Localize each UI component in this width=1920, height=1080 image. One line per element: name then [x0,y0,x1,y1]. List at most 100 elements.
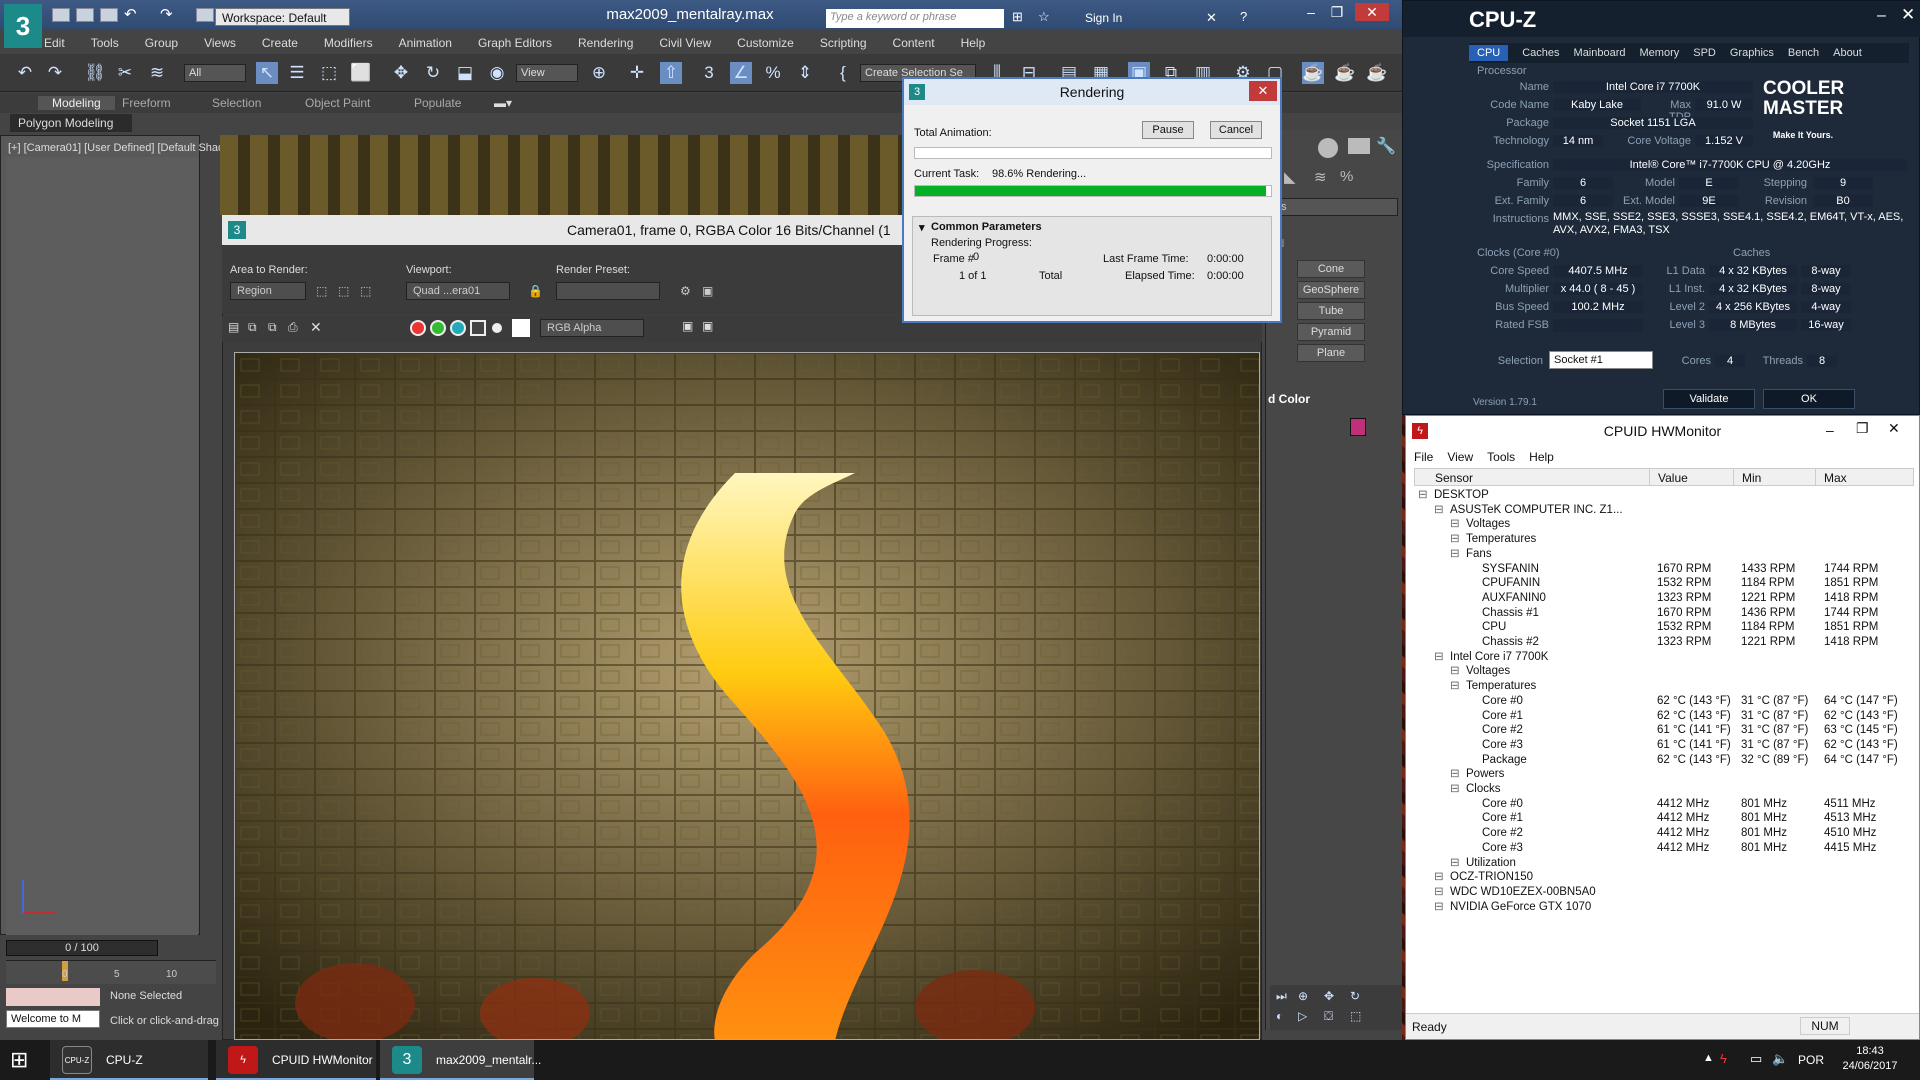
menu-group[interactable]: Group [145,36,178,50]
spinner-snap-icon[interactable]: ⇕ [794,62,816,84]
col-max[interactable]: Max [1815,469,1847,485]
pyramid-button[interactable]: Pyramid [1297,323,1365,341]
walk-icon[interactable]: ⛋ [1324,1009,1333,1024]
snaps-toggle-icon[interactable]: 3 [698,62,720,84]
menu-view[interactable]: View [1447,450,1473,464]
pause-button[interactable]: Pause [1142,121,1194,139]
cone-button[interactable]: Cone [1297,260,1365,278]
background-color-swatch[interactable] [512,319,530,337]
render-preset-dropdown[interactable] [556,282,660,300]
binoculars-icon[interactable]: ⊞ [1012,9,1023,25]
exchange-icon[interactable]: ✕ [1206,10,1217,26]
menu-help[interactable]: Help [1529,450,1554,464]
monochrome-toggle[interactable] [492,323,502,333]
region-select-icon[interactable]: ⬚ [360,284,371,298]
name-and-color-section[interactable]: d Color [1268,392,1310,406]
ribbon-polygon-modeling[interactable]: Polygon Modeling [10,114,132,132]
clock[interactable]: 18:43 24/06/2017 [1830,1044,1910,1074]
maxscript-listener-mini[interactable] [6,988,100,1006]
taskbar-app-hwmonitor[interactable]: ϟ CPUID HWMonitor [216,1040,376,1080]
clear-icon[interactable]: ✕ [310,319,322,336]
minimize-button[interactable]: – [1877,7,1886,25]
network-icon[interactable]: ▭ [1750,1051,1762,1067]
tab-spd[interactable]: SPD [1693,47,1716,59]
menu-customize[interactable]: Customize [737,36,794,50]
sign-in-button[interactable]: Sign In [1085,11,1122,25]
menu-help[interactable]: Help [961,36,986,50]
toggle-ui-overlay-icon[interactable]: ▣ [682,319,693,333]
close-button[interactable]: ✕ [1888,420,1900,437]
close-button[interactable]: ✕ [1249,81,1277,101]
display-icon[interactable] [1348,138,1370,154]
geometry-icon[interactable]: ◣ [1284,168,1296,186]
tab-mainboard[interactable]: Mainboard [1574,47,1626,59]
plane-button[interactable]: Plane [1297,344,1365,362]
viewport-dropdown[interactable]: Quad ...era01 [406,282,510,300]
tray-chevron-icon[interactable]: ▲ [1703,1052,1714,1064]
menu-tools[interactable]: Tools [91,36,119,50]
track-bar[interactable]: 0 5 10 [6,960,216,984]
ribbon-tab-modeling[interactable]: Modeling [38,96,115,110]
menu-animation[interactable]: Animation [399,36,452,50]
select-by-name-icon[interactable]: ☰ [286,62,308,84]
object-color-swatch[interactable] [1350,418,1366,436]
alpha-channel-toggle[interactable] [470,320,486,336]
tree-toggle-icon[interactable]: ⊟ [1434,898,1444,916]
save-image-icon[interactable]: ▤ [228,320,239,334]
display-channel-dropdown[interactable]: RGB Alpha [540,319,644,337]
new-icon[interactable] [52,8,70,22]
language-indicator[interactable]: POR [1798,1053,1824,1067]
place-icon[interactable]: ◉ [486,62,508,84]
project-icon[interactable] [196,8,214,22]
shapes-icon[interactable]: ≋ [1314,168,1327,186]
keyword-search-input[interactable]: Type a keyword or phrase [826,9,1004,28]
percent-snap-icon[interactable]: % [762,62,784,84]
menu-graph-editors[interactable]: Graph Editors [478,36,552,50]
window-crossing-icon[interactable]: ⬜ [350,62,372,84]
ribbon-tab-object-paint[interactable]: Object Paint [305,96,370,110]
clone-window-icon[interactable]: ⧉ [268,320,277,335]
ribbon-options-icon[interactable]: ▬▾ [494,96,512,110]
max-app-logo[interactable]: 3 [4,4,42,48]
socket-select[interactable]: Socket #1 [1549,351,1653,369]
tab-caches[interactable]: Caches [1522,47,1559,59]
sensor-row[interactable]: ⊟ NVIDIA GeForce GTX 1070 [1414,898,1914,916]
render-activeshade-icon[interactable]: ☕ [1366,62,1388,84]
named-selection-icon[interactable]: { [832,62,854,84]
maxscript-input[interactable]: Welcome to M [6,1010,100,1028]
validate-button[interactable]: Validate [1663,389,1755,409]
common-parameters-title[interactable]: Common Parameters [931,221,1042,233]
field-of-view-icon[interactable]: ◐ [1276,1009,1283,1023]
next-frame-icon[interactable]: ⏭ [1276,989,1287,1004]
maximize-viewport-icon[interactable]: ⬚ [1350,1009,1361,1023]
lights-icon[interactable]: % [1340,168,1353,185]
tab-graphics[interactable]: Graphics [1730,47,1774,59]
open-icon[interactable] [76,8,94,22]
pan-icon[interactable]: ✥ [1324,989,1334,1003]
play-icon[interactable]: ▷ [1298,1009,1307,1023]
wrench-icon[interactable]: 🔧 [1376,136,1396,156]
tab-about[interactable]: About [1833,47,1862,59]
move-icon[interactable]: ✥ [390,62,412,84]
save-icon[interactable] [100,8,118,22]
ribbon-tab-freeform[interactable]: Freeform [122,96,171,110]
rect-selection-icon[interactable]: ⬚ [318,62,340,84]
angle-snap-icon[interactable]: ∠ [730,62,752,84]
viewport-canvas[interactable] [6,157,198,935]
menu-modifiers[interactable]: Modifiers [324,36,373,50]
blue-channel-toggle[interactable] [450,320,466,336]
object-category-dropdown[interactable]: es [1270,198,1398,216]
render-production-icon[interactable]: ☕ [1302,62,1324,84]
minimize-button[interactable]: – [1826,422,1834,438]
print-icon[interactable]: ⎙ [288,320,298,335]
menu-civil-view[interactable]: Civil View [659,36,711,50]
menu-file[interactable]: File [1414,450,1433,464]
scale-icon[interactable]: ⬓ [454,62,476,84]
menu-rendering[interactable]: Rendering [578,36,633,50]
select-object-icon[interactable]: ↖ [256,62,278,84]
ok-button[interactable]: OK [1763,389,1855,409]
tab-memory[interactable]: Memory [1640,47,1680,59]
taskbar-app-max[interactable]: 3 max2009_mentalr... [380,1040,541,1080]
ribbon-tab-populate[interactable]: Populate [414,96,461,110]
render-iterative-icon[interactable]: ☕ [1334,62,1356,84]
